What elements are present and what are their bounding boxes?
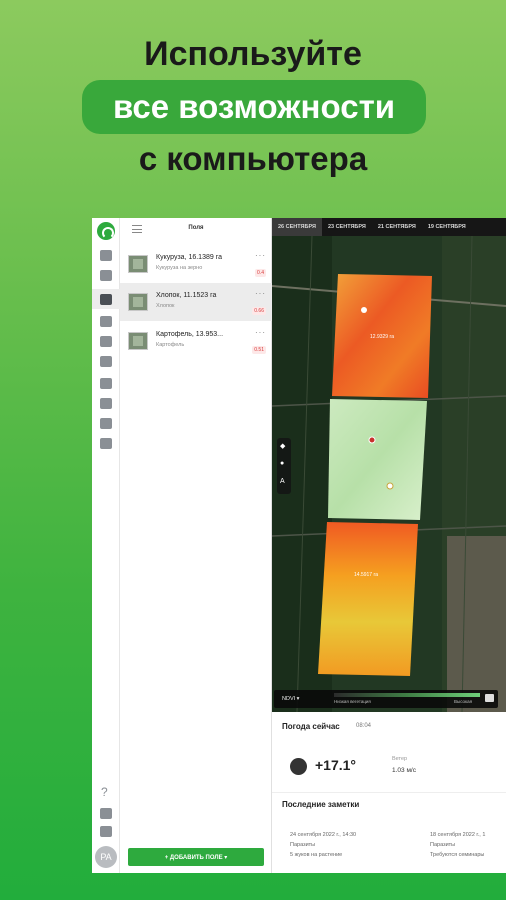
field-info-panel: Погода сейчас 08:04 +17.1° Ветер 1.03 м/… bbox=[272, 712, 506, 873]
more-icon[interactable]: ··· bbox=[255, 328, 266, 337]
weather-condition-icon bbox=[290, 758, 307, 775]
app-screenshot: ? PA Поля Кукуруза, 16.1389 га Кукуруза … bbox=[92, 218, 506, 873]
field-thumbnail bbox=[128, 293, 148, 311]
weather-temperature: +17.1° bbox=[315, 757, 357, 773]
more-icon[interactable]: ··· bbox=[255, 289, 266, 298]
notifications-icon[interactable] bbox=[100, 808, 112, 819]
promo-highlight-text: все возможности bbox=[112, 88, 396, 125]
wind-value: 1.03 м/с bbox=[392, 767, 416, 774]
date-tabs: 26 СЕНТЯБРЯ 23 СЕНТЯБРЯ 21 СЕНТЯБРЯ 19 С… bbox=[272, 218, 506, 236]
field-name: Кукуруза, 16.1389 га bbox=[156, 254, 222, 261]
nav-fields-icon[interactable] bbox=[100, 294, 112, 305]
field-name: Хлопок, 11.1523 га bbox=[156, 292, 217, 299]
divider bbox=[272, 792, 506, 793]
field-crop: Хлопок bbox=[156, 303, 175, 309]
field-crop: Кукуруза на зерно bbox=[156, 265, 203, 271]
weather-title: Погода сейчас bbox=[282, 722, 340, 731]
date-tab[interactable]: 23 СЕНТЯБРЯ bbox=[322, 218, 372, 236]
weather-time: 08:04 bbox=[356, 723, 372, 729]
note-text: Требуются семинары bbox=[430, 852, 485, 858]
note-type: Паразиты bbox=[430, 842, 456, 848]
ndvi-badge: 0.66 bbox=[252, 307, 266, 315]
field-list-item[interactable]: Картофель, 13.953... Картофель ··· 0.51 bbox=[120, 322, 272, 360]
ndvi-legend-gradient bbox=[334, 693, 480, 697]
more-icon[interactable]: ··· bbox=[255, 251, 266, 260]
promo-title-line1: Используйте bbox=[144, 35, 362, 73]
date-tab[interactable]: 21 СЕНТЯБРЯ bbox=[372, 218, 422, 236]
panel-title: Поля bbox=[188, 225, 204, 231]
notes-title: Последние заметки bbox=[282, 800, 360, 809]
help-icon[interactable]: ? bbox=[101, 785, 108, 799]
note-date: 24 сентября 2022 г., 14:30 bbox=[290, 832, 357, 838]
nav-equipment-icon[interactable] bbox=[100, 378, 112, 389]
nav-history-icon[interactable] bbox=[100, 316, 112, 327]
nav-dashboard-icon[interactable] bbox=[100, 250, 112, 261]
date-tab[interactable]: 19 СЕНТЯБРЯ bbox=[422, 218, 472, 236]
field-crop: Картофель bbox=[156, 342, 185, 348]
nav-rail: ? PA bbox=[92, 218, 120, 873]
add-field-button[interactable]: + ДОБАВИТЬ ПОЛЕ ▾ bbox=[128, 848, 264, 866]
nav-calendar-icon[interactable] bbox=[100, 270, 112, 281]
nav-user-icon[interactable] bbox=[100, 398, 112, 409]
note-date: 18 сентября 2022 г., 1 bbox=[430, 832, 486, 838]
promo-title-line3: с компьютера bbox=[138, 140, 368, 177]
field-name: Картофель, 13.953... bbox=[156, 331, 224, 338]
comment-icon[interactable] bbox=[485, 694, 494, 702]
zone-label: 14.5917 га bbox=[354, 572, 378, 578]
field-thumbnail bbox=[128, 332, 148, 350]
map-toolbar: ◆ ● A bbox=[277, 438, 291, 494]
promo-highlight: все возможности bbox=[82, 80, 426, 134]
field-list-item[interactable]: Кукуруза, 16.1389 га Кукуруза на зерно ·… bbox=[120, 245, 272, 283]
layers-icon[interactable]: ◆ bbox=[280, 442, 288, 450]
nav-documents-icon[interactable] bbox=[100, 336, 112, 347]
ndvi-badge: 0.4 bbox=[255, 269, 266, 277]
map-legend-bar: NDVI ▾ Низкая вегетация Высокая bbox=[274, 690, 498, 708]
note-type: Паразиты bbox=[290, 842, 316, 848]
field-thumbnail bbox=[128, 255, 148, 273]
zone-label: 12.9329 га bbox=[370, 334, 394, 340]
wind-label: Ветер bbox=[392, 756, 408, 762]
text-tool-icon[interactable]: A bbox=[280, 478, 288, 486]
avatar[interactable]: PA bbox=[95, 846, 117, 868]
field-list-item[interactable]: Хлопок, 11.1523 га Хлопок ··· 0.66 bbox=[120, 283, 272, 321]
nav-weather-icon[interactable] bbox=[100, 418, 112, 429]
legend-low-label: Низкая вегетация bbox=[334, 699, 371, 704]
mobile-icon[interactable] bbox=[100, 826, 112, 837]
note-text: 5 жуков на растение bbox=[290, 852, 343, 858]
app-logo-icon[interactable] bbox=[97, 222, 115, 240]
satellite-map[interactable]: 26 СЕНТЯБРЯ 23 СЕНТЯБРЯ 21 СЕНТЯБРЯ 19 С… bbox=[272, 218, 506, 712]
nav-team-icon[interactable] bbox=[100, 438, 112, 449]
date-tab[interactable]: 26 СЕНТЯБРЯ bbox=[272, 218, 322, 236]
legend-high-label: Высокая bbox=[454, 699, 473, 704]
note-card[interactable]: 18 сентября 2022 г., 1 Паразиты Требуютс… bbox=[430, 830, 506, 860]
index-select[interactable]: NDVI ▾ bbox=[282, 696, 299, 702]
nav-reports-icon[interactable] bbox=[100, 356, 112, 367]
map-imagery[interactable]: 12.9329 га 14.5917 га bbox=[272, 236, 506, 712]
ndvi-badge: 0.51 bbox=[252, 346, 266, 354]
note-card[interactable]: 24 сентября 2022 г., 14:30 Паразиты 5 жу… bbox=[290, 830, 400, 860]
fields-panel: Поля Кукуруза, 16.1389 га Кукуруза на зе… bbox=[120, 218, 272, 873]
paint-icon[interactable]: ● bbox=[280, 460, 288, 468]
